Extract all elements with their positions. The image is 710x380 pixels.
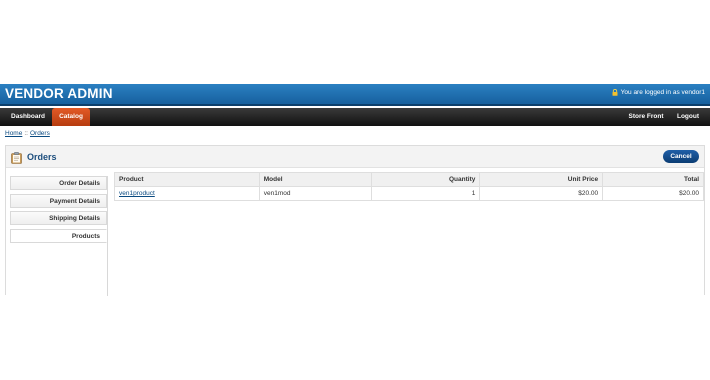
column-header-total: Total	[602, 172, 704, 187]
cell-quantity: 1	[370, 186, 481, 201]
tab-shipping-details[interactable]: Shipping Details	[10, 211, 107, 225]
header-bar: VENDOR ADMIN You are logged in as vendor…	[0, 84, 710, 106]
table-header-row: Product Model Quantity Unit Price Total	[114, 172, 704, 187]
tab-payment-details[interactable]: Payment Details	[10, 194, 107, 208]
menu-dashboard[interactable]: Dashboard	[6, 108, 50, 126]
table-row: ven1product ven1mod 1 $20.00 $20.00	[114, 186, 704, 201]
cell-total: $20.00	[602, 186, 704, 201]
breadcrumb: Home:: Orders	[5, 130, 50, 137]
orders-panel: Orders Cancel Order Details Payment Deta…	[5, 145, 705, 296]
breadcrumb-home-link[interactable]: Home	[5, 130, 22, 137]
column-header-model: Model	[258, 172, 372, 187]
page: VENDOR ADMIN You are logged in as vendor…	[0, 0, 710, 380]
cell-model: ven1mod	[258, 186, 372, 201]
product-link[interactable]: ven1product	[119, 190, 155, 197]
column-header-unit-price: Unit Price	[479, 172, 604, 187]
page-title: Orders	[27, 152, 57, 162]
main-menu: Dashboard Catalog Store Front Logout	[0, 108, 710, 126]
tab-order-details[interactable]: Order Details	[10, 176, 107, 190]
clipboard-icon	[11, 151, 22, 169]
menu-store-front[interactable]: Store Front	[625, 108, 667, 126]
cell-unit-price: $20.00	[479, 186, 604, 201]
column-header-quantity: Quantity	[370, 172, 481, 187]
brand-title: VENDOR ADMIN	[5, 86, 113, 101]
breadcrumb-separator: ::	[24, 130, 28, 137]
login-status-text: You are logged in as vendor1	[620, 89, 705, 96]
menu-catalog[interactable]: Catalog	[52, 108, 90, 126]
order-tabs: Order Details Payment Details Shipping D…	[10, 176, 108, 296]
cancel-button[interactable]: Cancel	[663, 150, 699, 163]
tab-products[interactable]: Products	[10, 229, 107, 243]
products-table: Product Model Quantity Unit Price Total …	[114, 172, 704, 201]
panel-header: Orders Cancel	[6, 146, 704, 168]
column-header-product: Product	[114, 172, 260, 187]
cell-product: ven1product	[114, 186, 260, 201]
breadcrumb-orders-link[interactable]: Orders	[30, 130, 50, 137]
menu-logout[interactable]: Logout	[673, 108, 703, 126]
lock-icon	[612, 89, 618, 96]
login-status: You are logged in as vendor1	[612, 89, 705, 96]
